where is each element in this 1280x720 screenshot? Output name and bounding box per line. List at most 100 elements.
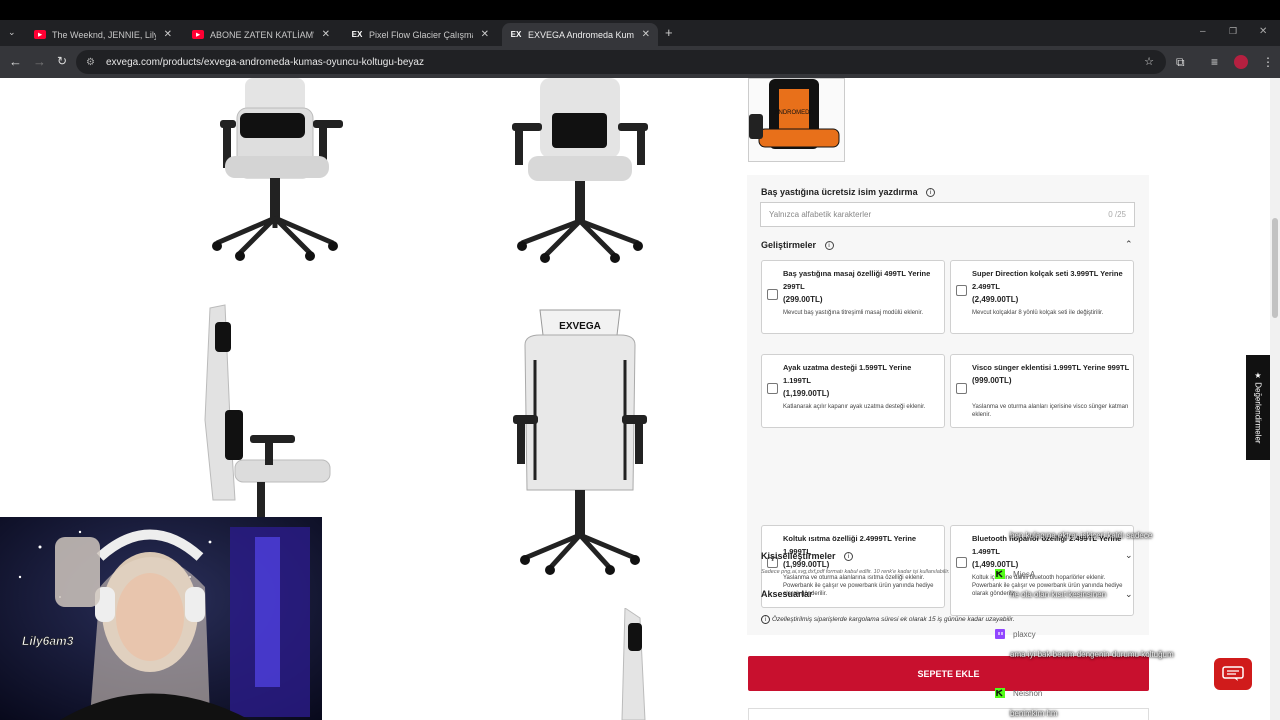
chair-back-logo: EXVEGA — [559, 321, 601, 332]
youtube-icon: ▶ — [192, 30, 204, 39]
info-icon[interactable]: i — [824, 241, 834, 251]
back-icon[interactable]: ← — [9, 54, 22, 69]
option-title: Visco sünger eklentisi 1.999TL Yerine 99… — [972, 361, 1130, 387]
option-desc: Yaslanma ve oturma alanları içerisine vi… — [972, 404, 1129, 418]
forward-icon[interactable]: → — [33, 54, 46, 69]
checkbox[interactable] — [767, 383, 778, 394]
personalization-section-header[interactable]: Kişiselleştirmeler i — [761, 551, 854, 562]
close-icon[interactable]: ✕ — [481, 29, 489, 40]
stream-chat-message: ama iyi bak benim dengenin durumu koltuğ… — [1010, 650, 1174, 659]
browser-tab-strip: ⌄ ▶ The Weeknd, JENNIE, Lily-Rose ✕ ▶ AB… — [0, 20, 1280, 46]
tab-search-icon[interactable]: ⌄ — [8, 27, 16, 38]
chat-icon — [1222, 666, 1244, 681]
window-close-icon[interactable]: ✕ — [1259, 26, 1267, 37]
upgrade-option-visco[interactable]: Visco sünger eklentisi 1.999TL Yerine 99… — [950, 354, 1134, 428]
shipping-note-text: Özelleştirilmiş siparişlerde kargolama s… — [772, 616, 1015, 623]
upgrades-section-header[interactable]: Geliştirmeler i — [761, 240, 834, 251]
site-info-icon[interactable]: ⚙ — [86, 57, 98, 68]
product-image-front-2[interactable] — [500, 78, 660, 268]
upgrade-option-footrest[interactable]: Ayak uzatma desteği 1.599TL Yerine 1.199… — [761, 354, 945, 428]
thumbnail-chair-image: ANDROMEDA — [749, 79, 840, 149]
stream-chat-user: Neishon — [995, 688, 1042, 698]
webcam-feed-image: Lily6am3 — [0, 517, 322, 720]
option-title-text: Super Direction kolçak seti 3.999TL Yeri… — [972, 269, 1123, 291]
option-price: (999.00TL) — [972, 376, 1012, 385]
add-to-cart-button[interactable]: SEPETE EKLE — [748, 656, 1149, 691]
media-icon[interactable]: ≡ — [1211, 55, 1218, 69]
name-print-input[interactable]: Yalnızca alfabetik karakterler 0 /25 — [760, 202, 1135, 227]
chevron-down-icon[interactable]: ⌄ — [1125, 550, 1133, 561]
stream-chat-user: MjesA — [995, 569, 1035, 579]
youtube-icon: ▶ — [34, 30, 46, 39]
product-image-back[interactable]: EXVEGA — [505, 300, 655, 580]
minimize-icon[interactable]: – — [1200, 26, 1206, 37]
live-chat-button[interactable] — [1214, 658, 1252, 690]
new-tab-button[interactable]: + — [665, 25, 673, 40]
tab-1[interactable]: ▶ The Weeknd, JENNIE, Lily-Rose ✕ — [26, 23, 180, 46]
checkbox[interactable] — [767, 289, 778, 300]
info-circle-icon: i — [761, 615, 770, 624]
accessories-section-header[interactable]: Aksesuarlar — [761, 589, 813, 599]
option-desc: Katlanarak açılır kapanır ayak uzatma de… — [783, 404, 926, 410]
option-title-text: Baş yastığına masaj özelliği 499TL Yerin… — [783, 269, 931, 291]
reload-icon[interactable]: ↻ — [57, 54, 67, 68]
option-desc: Mevcut baş yastığına titreşimli masaj mo… — [783, 310, 924, 316]
product-options-panel: Baş yastığına ücretsiz isim yazdırma i Y… — [747, 175, 1149, 635]
info-icon[interactable]: i — [926, 188, 936, 198]
stream-chat-message: ben kulaqına ektrar iskiçeri kaldı sadec… — [1010, 531, 1153, 540]
checkbox[interactable] — [956, 383, 967, 394]
exvega-icon: EX — [510, 30, 522, 39]
tab-title: ABONE ZATEN KATLİAM'LARIN — [210, 29, 314, 40]
file-format-note: Sadece png,ai,svg,dxf,pdf formatı kabul … — [761, 569, 950, 575]
webcam-tag: Lily6am3 — [22, 634, 74, 648]
menu-icon[interactable]: ⋮ — [1262, 55, 1274, 69]
reviews-side-tab[interactable]: ★ Değerlendirmeler — [1246, 355, 1270, 460]
option-title-text: Visco sünger eklentisi 1.999TL Yerine 99… — [972, 363, 1130, 372]
checkbox[interactable] — [956, 285, 967, 296]
product-thumbnail-orange[interactable]: ANDROMEDA — [748, 78, 845, 162]
option-title: Ayak uzatma desteği 1.599TL Yerine 1.199… — [783, 361, 941, 400]
option-price: (1,199.00TL) — [783, 389, 830, 398]
tab-3[interactable]: EX Pixel Flow Glacier Çalışma Koltu ✕ — [343, 23, 497, 46]
upgrades-title: Geliştirmeler — [761, 240, 817, 250]
option-price: (2,499.00TL) — [972, 295, 1019, 304]
next-section-edge — [748, 708, 1149, 720]
extensions-icon[interactable]: ⧉ — [1176, 55, 1185, 70]
thumbnail-logo: ANDROMEDA — [774, 110, 813, 116]
product-image-front[interactable] — [195, 78, 355, 268]
tab-4-active[interactable]: EX EXVEGA Andromeda Kumaş Oy ✕ — [502, 23, 658, 46]
option-title: Baş yastığına masaj özelliği 499TL Yerin… — [783, 267, 941, 306]
chat-username: Neishon — [1013, 688, 1043, 698]
upgrade-option-armrest[interactable]: Super Direction kolçak seti 3.999TL Yeri… — [950, 260, 1134, 334]
close-icon[interactable]: ✕ — [164, 29, 172, 40]
scrollbar-thumb[interactable] — [1272, 218, 1278, 318]
page-scrollbar[interactable] — [1270, 78, 1280, 720]
chevron-down-icon[interactable]: ⌄ — [1125, 589, 1133, 600]
address-bar[interactable]: ⚙ exvega.com/products/exvega-andromeda-k… — [76, 50, 1166, 74]
stream-chat-message: ne ola olan kısıt kesinsinen — [1010, 590, 1107, 599]
chat-username: MjesA — [1013, 569, 1036, 579]
screen-top-bar — [0, 0, 1280, 20]
bookmark-star-icon[interactable]: ☆ — [1144, 55, 1154, 68]
option-title: Super Direction kolçak seti 3.999TL Yeri… — [972, 267, 1130, 306]
restore-icon[interactable]: ❐ — [1229, 26, 1237, 37]
chevron-up-icon[interactable]: ⌃ — [1125, 239, 1133, 250]
option-price: (299.00TL) — [783, 295, 823, 304]
product-image-partial[interactable] — [600, 608, 660, 720]
info-icon[interactable]: i — [844, 552, 854, 562]
checkbox[interactable] — [956, 557, 967, 568]
browser-toolbar: ← → ↻ ⚙ exvega.com/products/exvega-andro… — [0, 46, 1280, 78]
upgrade-option-massage[interactable]: Baş yastığına masaj özelliği 499TL Yerin… — [761, 260, 945, 334]
char-counter: 0 /25 — [1108, 210, 1126, 219]
shipping-note: i Özelleştirilmiş siparişlerde kargolama … — [761, 615, 1015, 624]
close-icon[interactable]: ✕ — [642, 29, 650, 40]
streamer-webcam: Lily6am3 — [0, 517, 322, 720]
name-print-title: Baş yastığına ücretsiz isim yazdırma — [761, 187, 918, 197]
chat-username: plaxcy — [1013, 629, 1036, 639]
tab-title: EXVEGA Andromeda Kumaş Oy — [528, 29, 634, 40]
profile-avatar[interactable] — [1234, 55, 1248, 69]
stream-chat-user: plaxcy — [995, 629, 1036, 639]
tab-2[interactable]: ▶ ABONE ZATEN KATLİAM'LARIN ✕ — [184, 23, 338, 46]
tab-title: The Weeknd, JENNIE, Lily-Rose — [52, 29, 156, 40]
close-icon[interactable]: ✕ — [322, 29, 330, 40]
